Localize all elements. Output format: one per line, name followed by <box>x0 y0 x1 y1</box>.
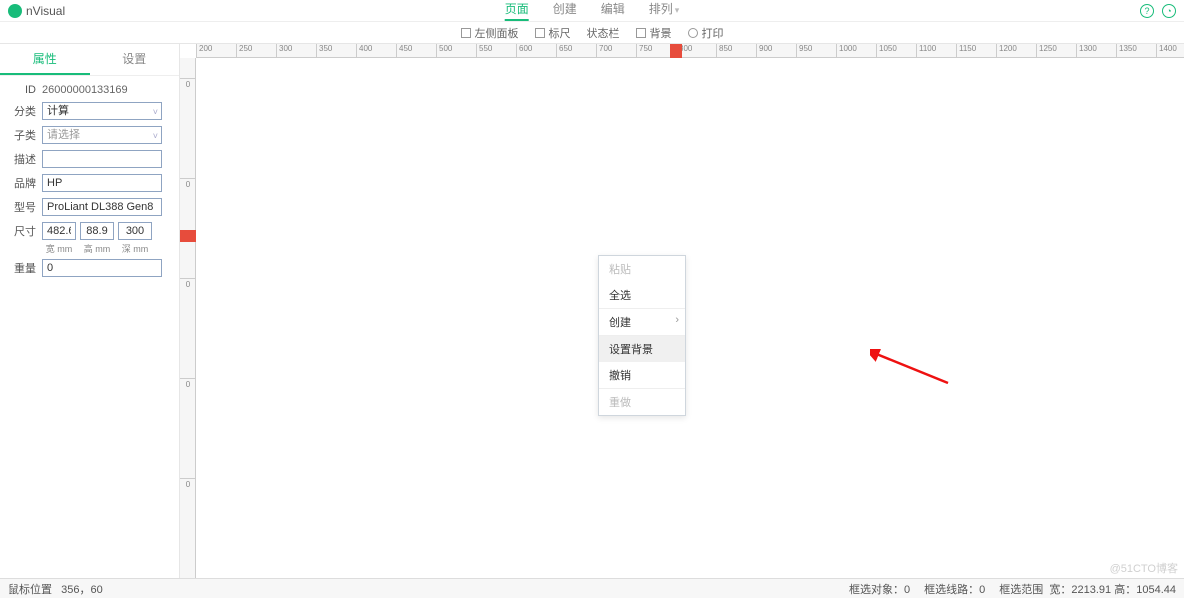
model-input[interactable] <box>42 198 162 216</box>
dim-width-input[interactable] <box>42 222 76 240</box>
print-icon <box>688 28 698 38</box>
help-icon[interactable]: ? <box>1140 4 1154 18</box>
model-label: 型号 <box>10 199 36 215</box>
logo-icon <box>8 4 22 18</box>
context-menu-item[interactable]: 创建 <box>599 309 685 336</box>
tool-statusbar[interactable]: 状态栏 <box>587 25 620 41</box>
brand-input[interactable] <box>42 174 162 192</box>
main-tabs: 页面 创建 编辑 排列 <box>505 0 680 21</box>
weight-input[interactable] <box>42 259 162 277</box>
id-value: 26000000133169 <box>42 84 128 96</box>
tool-left-panel[interactable]: 左侧面板 <box>461 25 519 41</box>
sel-range-value: 宽：2213.91 高：1054.44 <box>1049 584 1176 596</box>
row-desc: 描述 <box>10 150 169 168</box>
row-category: 分类 计算 <box>10 102 169 120</box>
category-label: 分类 <box>10 103 36 119</box>
header-icons: ? ◔ <box>1140 4 1176 18</box>
side-tab-properties[interactable]: 属性 <box>0 44 90 75</box>
side-tab-settings[interactable]: 设置 <box>90 44 180 75</box>
mouse-pos-value: 356，60 <box>61 584 103 596</box>
ruler-icon <box>535 28 545 38</box>
category-select[interactable]: 计算 <box>42 102 162 120</box>
row-subcategory: 子类 请选择 <box>10 126 169 144</box>
sel-wires-label: 框选线路： <box>924 584 979 596</box>
tab-edit[interactable]: 编辑 <box>601 0 625 21</box>
sel-range-label: 框选范围 <box>999 584 1043 596</box>
dim-height-input[interactable] <box>80 222 114 240</box>
dim-unit-labels: 宽 mm 高 mm 深 mm <box>42 242 169 255</box>
context-menu-item: 粘贴 <box>599 256 685 282</box>
id-label: ID <box>10 84 36 96</box>
sel-count-label: 框选对象： <box>849 584 904 596</box>
row-model: 型号 <box>10 198 169 216</box>
desc-input[interactable] <box>42 150 162 168</box>
tool-background[interactable]: 背景 <box>636 25 672 41</box>
mouse-pos-label: 鼠标位置 <box>8 584 52 596</box>
user-icon[interactable]: ◔ <box>1162 4 1176 18</box>
sel-wires-value: 0 <box>979 584 985 596</box>
tab-page[interactable]: 页面 <box>505 0 529 21</box>
sel-count-value: 0 <box>904 584 910 596</box>
row-size: 尺寸 <box>10 222 169 240</box>
tab-create[interactable]: 创建 <box>553 0 577 21</box>
context-menu-item[interactable]: 撤销 <box>599 362 685 389</box>
sidebar: 属性 设置 ID 26000000133169 分类 计算 子类 请选择 描述 … <box>0 44 180 578</box>
row-id: ID 26000000133169 <box>10 84 169 96</box>
tool-print[interactable]: 打印 <box>688 25 724 41</box>
canvas[interactable] <box>196 58 1184 578</box>
sub-toolbar: 左侧面板 标尺 状态栏 背景 打印 <box>0 22 1184 44</box>
tab-arrange[interactable]: 排列 <box>649 0 680 21</box>
row-weight: 重量 <box>10 259 169 277</box>
subcategory-select[interactable]: 请选择 <box>42 126 162 144</box>
row-brand: 品牌 <box>10 174 169 192</box>
properties-panel: ID 26000000133169 分类 计算 子类 请选择 描述 品牌 型号 <box>0 76 179 291</box>
grid-icon <box>636 28 646 38</box>
context-menu-item[interactable]: 全选 <box>599 282 685 309</box>
app-logo: nVisual <box>8 4 65 18</box>
side-tabs: 属性 设置 <box>0 44 179 76</box>
dim-depth-input[interactable] <box>118 222 152 240</box>
subcategory-label: 子类 <box>10 127 36 143</box>
tool-ruler[interactable]: 标尺 <box>535 25 571 41</box>
brand-label: 品牌 <box>10 175 36 191</box>
weight-label: 重量 <box>10 260 36 276</box>
context-menu-item: 重做 <box>599 389 685 415</box>
canvas-area: 2002503003504004505005506006507007508008… <box>180 44 1184 578</box>
context-menu: 粘贴全选创建设置背景撤销重做 <box>598 255 686 416</box>
size-label: 尺寸 <box>10 223 36 239</box>
ruler-horizontal[interactable]: 2002503003504004505005506006507007508008… <box>196 44 1184 58</box>
header-bar: nVisual 页面 创建 编辑 排列 ? ◔ <box>0 0 1184 22</box>
ruler-vertical[interactable]: 00000 <box>180 58 196 578</box>
panel-icon <box>461 28 471 38</box>
status-bar: 鼠标位置 356，60 框选对象：0 框选线路：0 框选范围 宽：2213.91… <box>0 578 1184 598</box>
context-menu-item[interactable]: 设置背景 <box>599 336 685 362</box>
desc-label: 描述 <box>10 151 36 167</box>
app-name: nVisual <box>26 4 65 18</box>
